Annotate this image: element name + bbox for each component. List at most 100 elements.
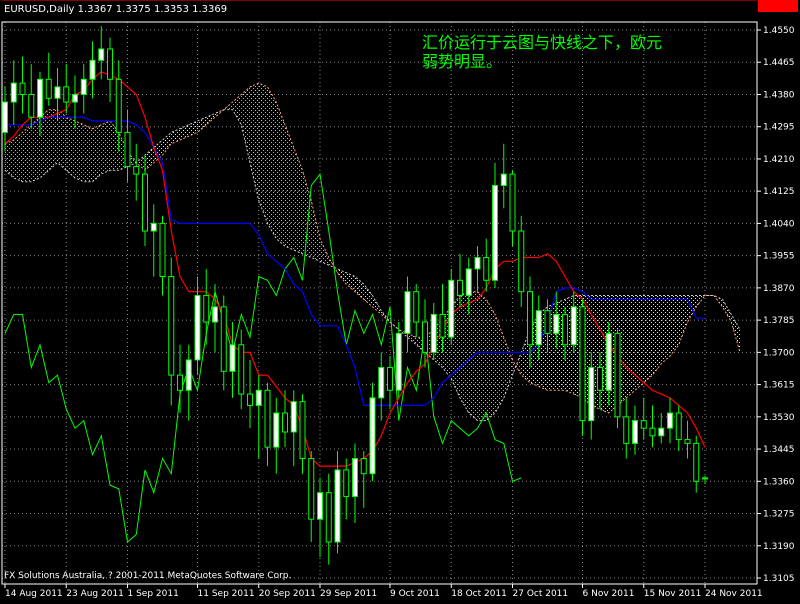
candle-body [247,393,253,406]
annotation-line-1: 汇价运行于云图与快线之下，欧元 [422,33,662,52]
x-tick-label: 1 Sep 2011 [128,589,179,599]
y-tick-label: 1.3785 [763,316,795,326]
candles [2,26,708,565]
cloud-segment [5,139,14,178]
candle-body [229,344,236,372]
cloud-segment [495,314,504,414]
annotation-line-2: 弱势明显。 [422,52,502,71]
candle-body [500,173,507,186]
candle-body [185,359,192,391]
candle-body [159,222,166,278]
candle-body [579,306,586,422]
cloud-segment [722,299,732,323]
candle-body [605,332,612,391]
y-tick-label: 1.3615 [763,381,795,391]
candle-body [107,48,113,80]
cloud-segment [22,124,32,182]
candle-body [649,427,656,437]
candle-body [72,93,78,103]
cloud-segment [643,295,653,383]
y-tick-label: 1.3700 [763,348,795,358]
candle-body [360,458,367,475]
candle-body [89,59,96,80]
candle-body [570,306,577,346]
candle-body [588,367,595,422]
y-tick-label: 1.4125 [763,187,795,197]
y-tick-label: 1.4210 [763,155,795,165]
candle-body [273,412,280,448]
candle-body [37,78,43,118]
candle-body [203,294,210,323]
candle-body [177,374,183,391]
candle-body [632,420,638,444]
candle-body [404,291,411,334]
candle-body [343,469,350,497]
candle-body [518,230,525,293]
candle-body [527,291,533,346]
y-tick-label: 1.3105 [763,574,795,584]
candle-body [115,78,122,133]
cloud-segment [13,132,23,182]
candle-body [395,332,402,391]
x-tick-label: 20 Sep 2011 [259,589,316,599]
candle-body [2,101,8,133]
x-tick-label: 29 Sep 2011 [320,589,377,599]
candle-body [352,458,358,497]
x-tick-label: 18 Oct 2011 [451,589,507,599]
candle-body [535,310,542,346]
x-tick-label: 27 Oct 2011 [513,589,569,599]
candle-body [45,78,52,99]
candle-body [378,367,385,399]
candle-body [623,416,630,444]
cloud-segment [31,117,40,182]
cloud-segment [83,124,93,182]
cloud-segment [241,86,250,163]
candle-body [387,367,393,391]
cloud-segment [101,121,110,175]
candle-body [597,367,603,391]
candle-body [150,222,157,232]
y-tick-label: 1.3275 [763,510,795,520]
y-tick-label: 1.3955 [763,252,795,262]
cloud-segment [171,128,180,144]
candle-body [667,412,673,429]
candle-body [422,321,428,353]
cloud-segment [267,86,277,239]
candle-body [448,279,455,338]
cloud-segment [486,299,495,421]
cloud-segment [302,170,312,258]
cloud-segment [276,102,285,247]
x-tick-label: 9 Oct 2011 [390,589,440,599]
candle-body [684,439,691,444]
candle-body [19,82,26,95]
candle-body [658,427,665,437]
y-tick-label: 1.3190 [763,542,795,552]
copyright-text: FX Solutions Australia, ? 2001-2011 Meta… [4,571,291,581]
candle-body [553,313,560,334]
cloud-segment [652,295,662,376]
y-tick-label: 1.4040 [763,219,795,229]
ichimoku-chart: 1.4550 1.4465 1.4380 1.4295 1.4210 1.4125 1.40… [0,0,800,600]
cloud-segment [661,295,670,364]
candle-body [133,166,140,175]
cloud-segment [232,94,242,125]
candle-body [142,173,148,232]
cloud-segment [188,121,198,137]
x-tick-label: 6 Nov 2011 [583,589,635,599]
cloud-segment [460,291,469,414]
candle-body [544,310,551,334]
candle-body [10,82,17,103]
y-tick-label: 1.4465 [763,58,795,68]
candle-body [98,48,105,61]
candle-body [509,173,516,232]
y-tick-label: 1.3445 [763,445,795,455]
x-tick-label: 15 Nov 2011 [644,589,702,599]
y-tick-label: 1.3530 [763,413,795,423]
candle-body [702,477,708,480]
cloud-segment [66,117,75,178]
candle-body [54,86,61,99]
candle-body [640,420,647,429]
y-tick-label: 1.3870 [763,284,795,294]
candle-body [124,131,131,168]
chart-canvas: 1.4550 1.4465 1.4380 1.4295 1.4210 1.4125 1.40… [1,0,798,599]
